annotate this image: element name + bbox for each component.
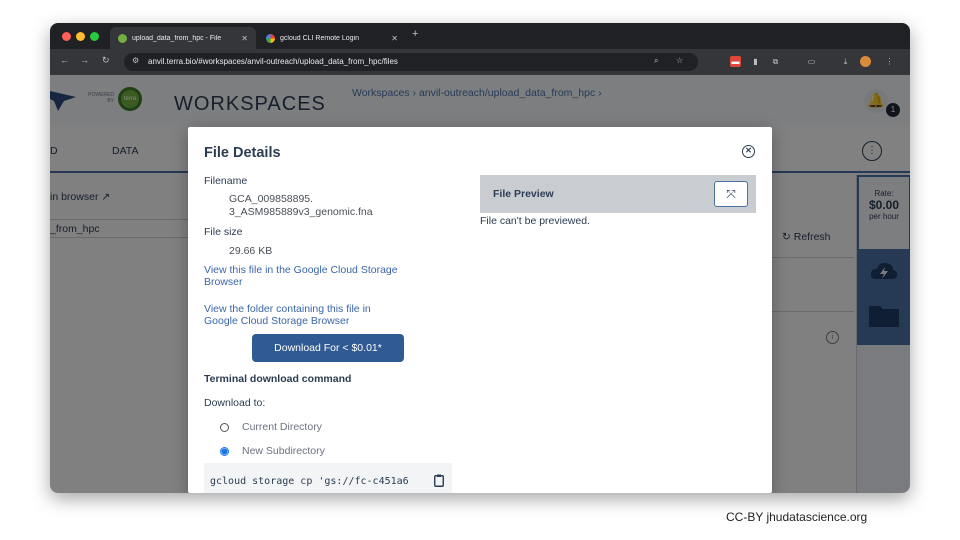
view-folder-link[interactable]: View the folder containing this file in … [204, 303, 454, 327]
close-icon[interactable]: ✕ [742, 145, 755, 158]
link-text: View this file in the Google Cloud Stora… [204, 264, 398, 276]
modal-title: File Details [204, 145, 281, 161]
extensions-puzzle-icon[interactable]: ⧉ [770, 56, 781, 67]
browser-tab-files[interactable]: upload_data_from_hpc - File ✕ [110, 27, 256, 49]
link-text: View the folder containing this file in [204, 303, 371, 315]
expand-icon: ⤧ [726, 187, 736, 201]
download-icon[interactable]: ⤓ [840, 56, 851, 67]
link-text: Google Cloud Storage Browser [204, 315, 350, 327]
forward-arrow-icon[interactable]: → [80, 55, 89, 65]
tab-strip: upload_data_from_hpc - File ✕ gcloud CLI… [50, 23, 910, 49]
file-details-modal: File Details ✕ Filename GCA_009858895. 3… [188, 127, 772, 493]
view-in-storage-link[interactable]: View this file in the Google Cloud Stora… [204, 264, 454, 288]
terra-favicon-icon [118, 33, 127, 43]
address-bar[interactable]: ⚙ anvil.terra.bio/#workspaces/anvil-outr… [124, 53, 698, 71]
profile-avatar[interactable] [860, 56, 871, 67]
expand-preview-button[interactable]: ⤧ [714, 181, 748, 207]
file-preview-title: File Preview [493, 188, 554, 200]
filename-label: Filename [204, 175, 248, 187]
download-command-text[interactable]: gcloud storage cp 'gs://fc-c451a6 [210, 476, 432, 487]
maximize-window-button[interactable] [90, 32, 99, 41]
extension-red-icon[interactable]: ▬ [730, 56, 741, 67]
tab-label: upload_data_from_hpc - File [132, 34, 222, 42]
slide: upload_data_from_hpc - File ✕ gcloud CLI… [0, 0, 960, 540]
page-content: POWERED BY terra WORKSPACES Workspaces ›… [50, 75, 910, 493]
close-tab-icon[interactable]: ✕ [391, 34, 398, 43]
close-tab-icon[interactable]: ✕ [241, 34, 248, 43]
new-tab-button[interactable]: + [412, 28, 418, 40]
command-box: gcloud storage cp 'gs://fc-c451a6 [204, 463, 452, 493]
site-settings-icon[interactable]: ⚙ [132, 56, 139, 65]
browser-window: upload_data_from_hpc - File ✕ gcloud CLI… [50, 23, 910, 493]
filesize-label: File size [204, 226, 243, 238]
menu-kebab-icon[interactable]: ⋮ [884, 56, 895, 67]
clipboard-icon[interactable] [434, 474, 444, 487]
extension-doc-icon[interactable]: ▮ [750, 56, 761, 67]
preview-message: File can't be previewed. [480, 215, 590, 227]
bookmark-star-icon[interactable]: ☆ [676, 56, 683, 65]
reload-icon[interactable]: ↻ [102, 55, 110, 66]
radio-current-directory[interactable] [220, 423, 229, 432]
browser-toolbar: ← → ↻ ⚙ anvil.terra.bio/#workspaces/anvi… [50, 49, 910, 75]
url-text: anvil.terra.bio/#workspaces/anvil-outrea… [148, 57, 398, 66]
browser-tab-gcloud[interactable]: gcloud CLI Remote Login ✕ [258, 27, 406, 49]
filename-value: 3_ASM985889v3_genomic.fna [229, 206, 373, 218]
file-preview-header: File Preview ⤧ [480, 175, 756, 213]
download-to-label: Download to: [204, 397, 266, 409]
google-favicon-icon [266, 33, 275, 43]
radio-label-new-subdirectory: New Subdirectory [242, 445, 325, 457]
credit-text: CC-BY jhudatascience.org [726, 510, 868, 524]
back-arrow-icon[interactable]: ← [60, 55, 69, 65]
close-window-button[interactable] [62, 32, 71, 41]
filesize-value: 29.66 KB [229, 245, 273, 257]
terminal-download-heading: Terminal download command [204, 373, 352, 385]
reading-list-icon[interactable]: ▭ [806, 56, 817, 67]
zoom-icon[interactable]: ⌕ [654, 56, 658, 66]
radio-new-subdirectory[interactable] [220, 447, 229, 456]
tab-label: gcloud CLI Remote Login [280, 34, 359, 42]
download-button[interactable]: Download For < $0.01* [252, 334, 404, 362]
link-text: Browser [204, 276, 243, 288]
filename-value: GCA_009858895. [229, 193, 314, 205]
radio-label-current-directory: Current Directory [242, 421, 322, 433]
minimize-window-button[interactable] [76, 32, 85, 41]
